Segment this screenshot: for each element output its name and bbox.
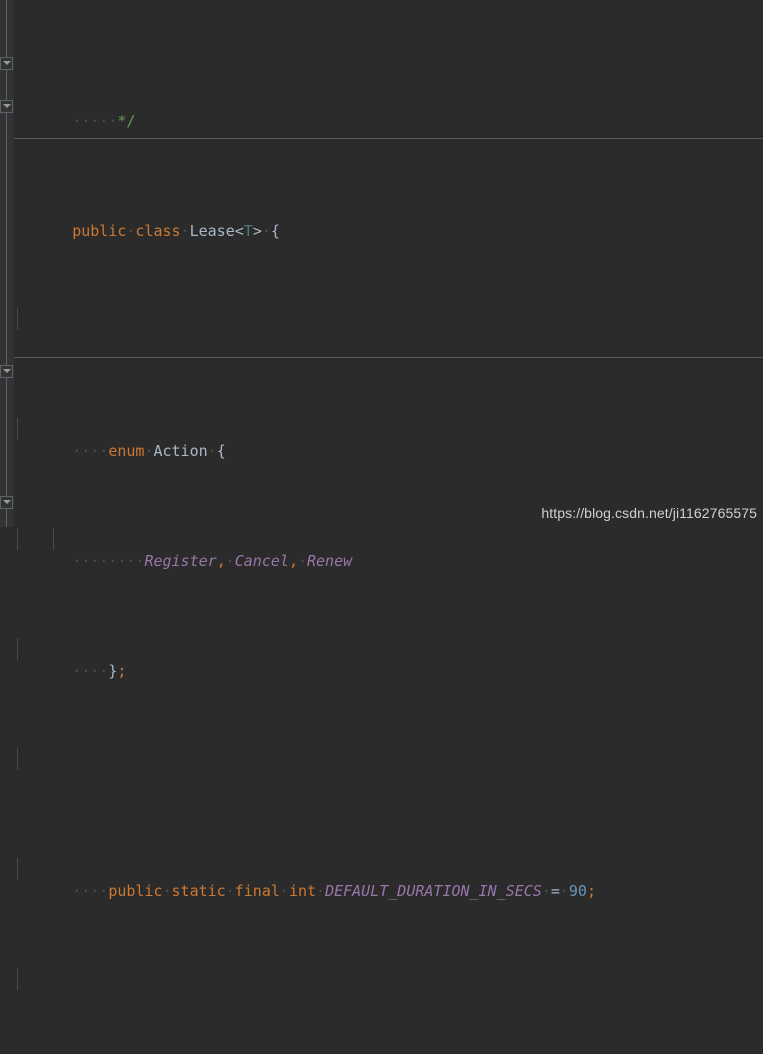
token-assign: = (550, 882, 560, 900)
token-enum-const-register: Register (144, 552, 217, 570)
code-line[interactable] (14, 968, 763, 990)
token-keyword-class: class (135, 222, 181, 240)
code-line[interactable] (14, 308, 763, 330)
whitespace-dot: · (162, 882, 172, 900)
whitespace-dot: · (541, 882, 551, 900)
code-line[interactable]: public·class·Lease<T>·{ (14, 198, 763, 240)
token-enum-const-cancel: Cancel (234, 552, 289, 570)
token-keyword-final: final (234, 882, 280, 900)
token-enum-const-renew: Renew (307, 552, 353, 570)
token-class-name: Lease (189, 222, 235, 240)
indent-guide (17, 858, 18, 880)
fold-rail (6, 0, 7, 60)
indent-guide (17, 748, 18, 770)
token-brace-open: { (216, 442, 226, 460)
token-keyword-enum: enum (108, 442, 145, 460)
whitespace-dot: · (297, 552, 307, 570)
token-brace-close: } (108, 662, 118, 680)
fold-marker-constructor[interactable] (0, 365, 13, 378)
indent-guide (17, 308, 18, 330)
code-line[interactable] (14, 748, 763, 770)
fold-marker-class-end[interactable] (0, 496, 13, 509)
token-keyword-public: public (72, 222, 127, 240)
token-semicolon: ; (117, 662, 127, 680)
whitespace-dot: · (316, 882, 326, 900)
whitespace-dots: ···· (72, 882, 109, 900)
whitespace-dot: · (279, 882, 289, 900)
fold-marker-enum[interactable] (0, 100, 13, 113)
token-angle-close: > (252, 222, 262, 240)
indent-guide (17, 528, 18, 550)
code-line[interactable]: ····}; (14, 638, 763, 680)
token-keyword-public: public (108, 882, 163, 900)
token-enum-name: Action (153, 442, 208, 460)
fold-rail (6, 70, 7, 100)
whitespace-dots: ···· (72, 662, 109, 680)
code-content[interactable]: ·····*/ public·class·Lease<T>·{ ····enum… (14, 0, 763, 990)
whitespace-dot: · (261, 222, 271, 240)
token-javadoc-close: */ (117, 112, 136, 130)
whitespace-dots: ········ (72, 552, 145, 570)
code-line[interactable]: ·····*/ (14, 88, 763, 130)
whitespace-dot: · (180, 222, 190, 240)
code-line[interactable]: ········Register,·Cancel,·Renew (14, 528, 763, 570)
whitespace-dot: · (225, 552, 235, 570)
token-comma: , (216, 552, 226, 570)
whitespace-dots: ····· (72, 112, 118, 130)
indent-guide (17, 418, 18, 440)
code-line[interactable]: ····public·static·final·int·DEFAULT_DURA… (14, 858, 763, 900)
token-constant-name: DEFAULT_DURATION_IN_SECS (325, 882, 542, 900)
watermark-url: https://blog.csdn.net/ji1162765575 (541, 505, 757, 521)
token-brace-open: { (270, 222, 280, 240)
token-keyword-static: static (171, 882, 226, 900)
whitespace-dot: · (559, 882, 569, 900)
whitespace-dot: · (207, 442, 217, 460)
token-angle-open: < (234, 222, 244, 240)
token-comma: , (288, 552, 298, 570)
editor-gutter[interactable] (0, 0, 14, 527)
whitespace-dot: · (225, 882, 235, 900)
fold-rail (6, 113, 7, 365)
indent-guide (17, 638, 18, 660)
indent-guide (17, 968, 18, 990)
whitespace-dots: ···· (72, 442, 109, 460)
indent-guide (53, 528, 54, 550)
token-number-90: 90 (568, 882, 587, 900)
token-keyword-int: int (288, 882, 317, 900)
token-type-param: T (243, 222, 253, 240)
fold-rail (6, 378, 7, 496)
code-editor[interactable]: ·····*/ public·class·Lease<T>·{ ····enum… (0, 0, 763, 990)
token-semicolon: ; (586, 882, 596, 900)
fold-marker-class[interactable] (0, 57, 13, 70)
code-line[interactable]: ····enum·Action·{ (14, 418, 763, 460)
fold-rail (6, 509, 7, 527)
